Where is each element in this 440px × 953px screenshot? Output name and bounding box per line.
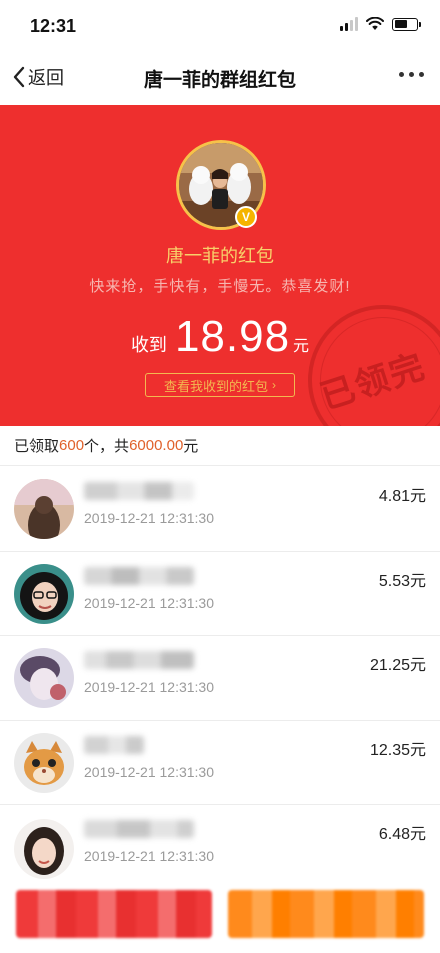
summary-count: 600 — [59, 437, 85, 454]
avatar — [14, 648, 74, 708]
summary-mid: 个，共 — [84, 438, 130, 455]
list-item[interactable]: 2019-12-21 12:31:30 4.81元 — [0, 467, 440, 552]
verified-badge-icon: V — [235, 206, 257, 228]
user-name-blurred — [84, 566, 194, 585]
status-bar: 12:31 — [0, 0, 440, 48]
stamp-text: 已领完 — [315, 346, 431, 417]
amount-prefix: 收到 — [130, 335, 167, 355]
claim-time: 2019-12-21 12:31:30 — [84, 679, 214, 695]
claim-time: 2019-12-21 12:31:30 — [84, 510, 214, 526]
list-item[interactable]: 2019-12-21 12:31:30 5.53元 — [0, 551, 440, 636]
user-name-blurred — [84, 482, 194, 500]
sender-name: 唐一菲的红包 — [166, 246, 274, 266]
view-my-received-link[interactable]: 查看我收到的红包 › — [145, 373, 295, 397]
cellular-signal-icon — [340, 17, 358, 31]
avatar — [14, 819, 74, 879]
list-item[interactable]: 2019-12-21 12:31:30 12.35元 — [0, 720, 440, 805]
bottom-action-bar — [0, 880, 440, 953]
user-name-blurred — [84, 820, 194, 838]
avatar — [14, 563, 74, 624]
summary-prefix: 已领取 — [14, 438, 60, 455]
amount-unit: 元 — [293, 338, 310, 355]
right-action-button[interactable] — [228, 890, 424, 938]
avatar — [14, 732, 74, 793]
nav-bar: 返回 唐一菲的群组红包 — [0, 48, 440, 105]
summary-suffix: 元 — [183, 438, 199, 455]
user-name-blurred — [84, 651, 194, 669]
status-time: 12:31 — [30, 16, 77, 36]
claim-amount: 5.53元 — [378, 572, 426, 590]
summary-total: 6000.00 — [129, 437, 184, 454]
claim-records-list: 2019-12-21 12:31:30 4.81元 2019-12-21 12:… — [0, 467, 440, 891]
chevron-right-icon: › — [272, 378, 276, 392]
user-name-blurred — [84, 735, 144, 754]
avatar — [14, 479, 74, 539]
claim-amount: 12.35元 — [369, 741, 426, 759]
claim-time: 2019-12-21 12:31:30 — [84, 763, 214, 780]
left-action-button[interactable] — [16, 890, 212, 938]
claim-summary: 已领取 600 个，共 6000.00 元 — [0, 426, 440, 466]
red-envelope-header: V 唐一菲的红包 快来抢，手快有，手慢无。恭喜发财! 收到 18.98 元 查看… — [0, 105, 440, 426]
wifi-icon — [366, 17, 384, 30]
greeting-message: 快来抢，手快有，手慢无。恭喜发财! — [89, 278, 351, 295]
right-action-label — [228, 890, 424, 938]
list-item[interactable]: 2019-12-21 12:31:30 6.48元 — [0, 805, 440, 891]
status-icons — [340, 17, 421, 31]
claim-amount: 6.48元 — [378, 826, 426, 843]
amount-value: 18.98 — [174, 312, 291, 361]
list-item[interactable]: 2019-12-21 12:31:30 21.25元 — [0, 636, 440, 721]
left-action-label — [16, 890, 212, 938]
battery-icon — [392, 17, 421, 31]
claim-amount: 4.81元 — [378, 488, 426, 505]
view-link-label: 查看我收到的红包 — [163, 378, 268, 394]
claim-time: 2019-12-21 12:31:30 — [84, 848, 214, 864]
claim-amount: 21.25元 — [369, 657, 426, 674]
all-claimed-stamp: 已领完 — [288, 285, 440, 426]
page-title: 唐一菲的群组红包 — [143, 70, 296, 91]
claim-time: 2019-12-21 12:31:30 — [84, 594, 214, 611]
more-options-button[interactable] — [399, 66, 424, 83]
